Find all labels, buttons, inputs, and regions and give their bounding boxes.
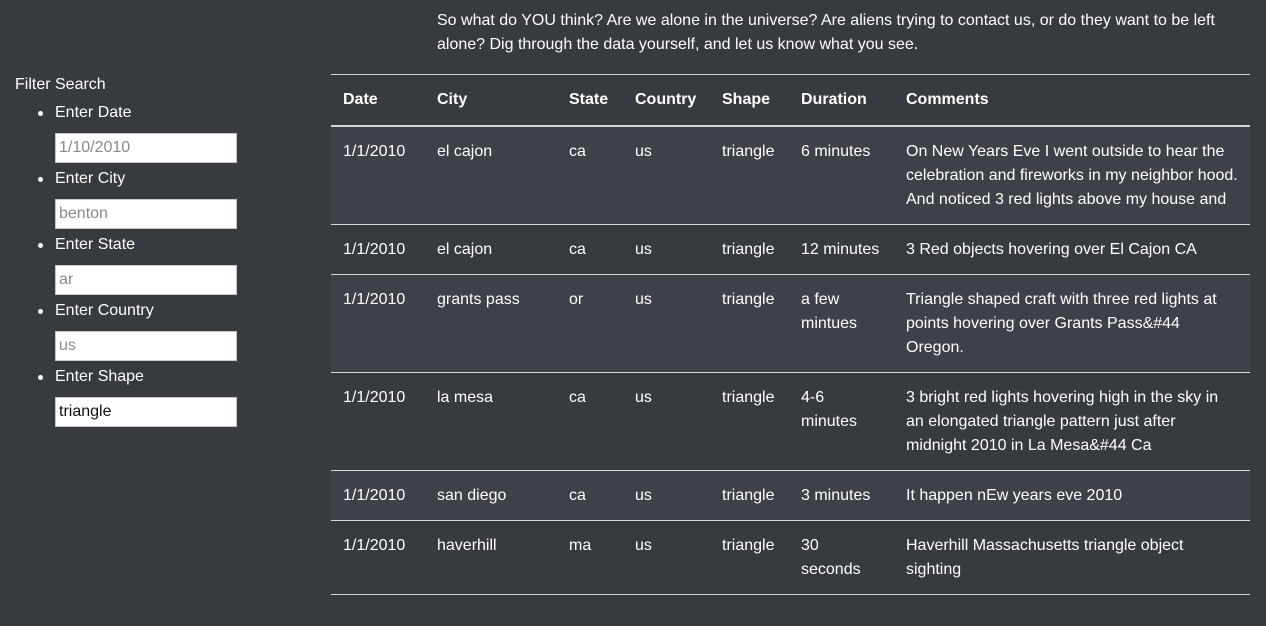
bullet-icon <box>38 177 43 182</box>
header-row: Date City State Country Shape Duration C… <box>331 75 1250 127</box>
filter-item-shape: Enter Shape <box>15 366 275 427</box>
table-row: 1/1/2010 haverhill ma us triangle 30 sec… <box>331 520 1250 595</box>
filter-item-state: Enter State <box>15 234 275 295</box>
cell-duration: 3 minutes <box>789 470 894 521</box>
ufo-table: Date City State Country Shape Duration C… <box>331 75 1250 595</box>
cell-duration: a few mintues <box>789 274 894 373</box>
cell-city: san diego <box>425 470 557 521</box>
cell-comments: It happen nEw years eve 2010 <box>894 470 1250 521</box>
cell-shape: triangle <box>710 224 789 275</box>
filter-label-date: Enter Date <box>55 104 132 121</box>
filter-label-country: Enter Country <box>55 302 154 319</box>
cell-duration: 30 seconds <box>789 520 894 595</box>
filter-label-shape: Enter Shape <box>55 368 144 385</box>
cell-comments: Haverhill Massachusetts triangle object … <box>894 520 1250 595</box>
cell-city: el cajon <box>425 126 557 225</box>
cell-state: or <box>557 274 623 373</box>
cell-duration: 6 minutes <box>789 126 894 225</box>
bullet-icon <box>38 375 43 380</box>
cell-shape: triangle <box>710 372 789 471</box>
page: Filter Search Enter Date Enter City Ente… <box>0 0 1266 626</box>
table-container: Date City State Country Shape Duration C… <box>331 74 1250 595</box>
cell-date: 1/1/2010 <box>331 126 425 225</box>
header-shape: Shape <box>710 75 789 127</box>
cell-duration: 4-6 minutes <box>789 372 894 471</box>
cell-country: us <box>623 520 710 595</box>
cell-country: us <box>623 372 710 471</box>
bullet-icon <box>38 309 43 314</box>
cell-date: 1/1/2010 <box>331 520 425 595</box>
cell-state: ca <box>557 372 623 471</box>
date-input[interactable] <box>55 133 237 163</box>
filter-item-country: Enter Country <box>15 300 275 361</box>
cell-comments: On New Years Eve I went outside to hear … <box>894 126 1250 225</box>
intro-text: So what do YOU think? Are we alone in th… <box>437 12 1215 53</box>
filter-title: Filter Search <box>15 76 106 93</box>
cell-city: haverhill <box>425 520 557 595</box>
main-content: So what do YOU think? Are we alone in th… <box>331 0 1250 595</box>
header-city: City <box>425 75 557 127</box>
table-row: 1/1/2010 san diego ca us triangle 3 minu… <box>331 470 1250 521</box>
table-row: 1/1/2010 la mesa ca us triangle 4-6 minu… <box>331 372 1250 471</box>
cell-country: us <box>623 470 710 521</box>
cell-date: 1/1/2010 <box>331 470 425 521</box>
cell-date: 1/1/2010 <box>331 274 425 373</box>
cell-shape: triangle <box>710 126 789 225</box>
cell-shape: triangle <box>710 520 789 595</box>
cell-date: 1/1/2010 <box>331 372 425 471</box>
cell-city: el cajon <box>425 224 557 275</box>
cell-city: grants pass <box>425 274 557 373</box>
cell-comments: 3 bright red lights hovering high in the… <box>894 372 1250 471</box>
cell-comments: 3 Red objects hovering over El Cajon CA <box>894 224 1250 275</box>
state-input[interactable] <box>55 265 237 295</box>
filter-sidebar: Filter Search Enter Date Enter City Ente… <box>15 74 275 432</box>
cell-country: us <box>623 224 710 275</box>
filter-item-date: Enter Date <box>15 102 275 163</box>
header-state: State <box>557 75 623 127</box>
header-country: Country <box>623 75 710 127</box>
cell-country: us <box>623 274 710 373</box>
table-body: 1/1/2010 el cajon ca us triangle 6 minut… <box>331 126 1250 595</box>
header-date: Date <box>331 75 425 127</box>
cell-shape: triangle <box>710 470 789 521</box>
cell-date: 1/1/2010 <box>331 224 425 275</box>
table-row: 1/1/2010 grants pass or us triangle a fe… <box>331 274 1250 373</box>
table-row: 1/1/2010 el cajon ca us triangle 6 minut… <box>331 126 1250 225</box>
cell-state: ca <box>557 470 623 521</box>
header-comments: Comments <box>894 75 1250 127</box>
country-input[interactable] <box>55 331 237 361</box>
city-input[interactable] <box>55 199 237 229</box>
header-duration: Duration <box>789 75 894 127</box>
cell-state: ca <box>557 224 623 275</box>
table-header: Date City State Country Shape Duration C… <box>331 75 1250 127</box>
cell-state: ma <box>557 520 623 595</box>
table-row: 1/1/2010 el cajon ca us triangle 12 minu… <box>331 224 1250 275</box>
bullet-icon <box>38 243 43 248</box>
cell-shape: triangle <box>710 274 789 373</box>
cell-state: ca <box>557 126 623 225</box>
shape-input[interactable] <box>55 397 237 427</box>
cell-country: us <box>623 126 710 225</box>
cell-duration: 12 minutes <box>789 224 894 275</box>
filter-label-city: Enter City <box>55 170 126 187</box>
bullet-icon <box>38 111 43 116</box>
filter-label-state: Enter State <box>55 236 136 253</box>
filter-list: Enter Date Enter City Enter State Enter … <box>15 102 275 427</box>
cell-city: la mesa <box>425 372 557 471</box>
filter-item-city: Enter City <box>15 168 275 229</box>
cell-comments: Triangle shaped craft with three red lig… <box>894 274 1250 373</box>
